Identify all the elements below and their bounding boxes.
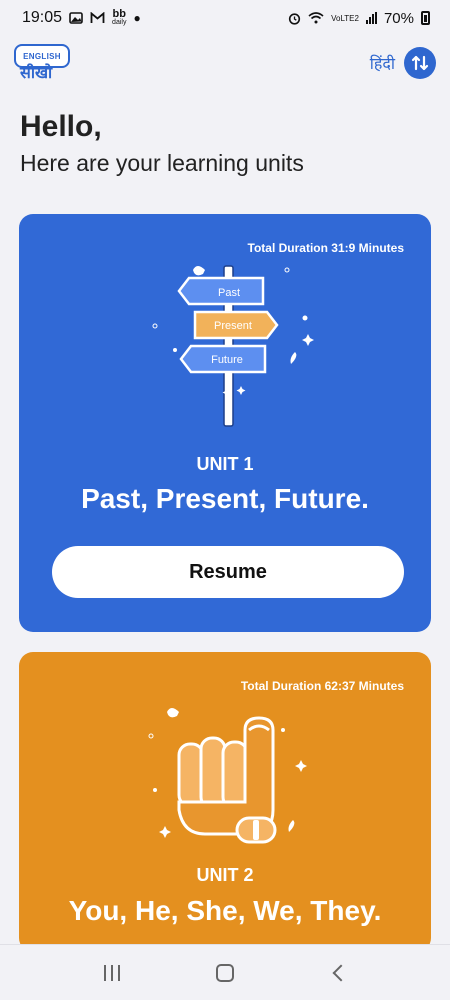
unit-card-1[interactable]: Total Duration 31:9 Minutes Past Present… (19, 214, 431, 632)
language-label[interactable]: हिंदी (370, 52, 395, 74)
news-app-icon: bb daily (112, 8, 127, 26)
network-type-label: VoLTE2 (331, 13, 359, 23)
status-time: 19:05 (22, 9, 63, 26)
battery-icon (421, 11, 430, 25)
alarm-icon (288, 12, 301, 25)
signal-icon (365, 12, 377, 24)
back-button[interactable] (318, 953, 358, 993)
logo-hindi-text: सीखो (20, 65, 53, 82)
signpost-illustration: Past Present Future (152, 265, 314, 427)
status-bar: 19:05 bb daily ● VoLTE2 70% (0, 0, 450, 36)
recent-apps-icon (103, 964, 120, 981)
sign-past: Past (218, 287, 240, 299)
recent-apps-button[interactable] (92, 953, 132, 993)
status-right: VoLTE2 70% (288, 10, 430, 27)
wifi-icon (308, 12, 324, 24)
unit-2-title: You, He, She, We, They. (68, 895, 382, 926)
home-icon (215, 963, 234, 982)
unit-card-2[interactable]: Total Duration 62:37 Minutes UNIT 2 You,… (19, 652, 431, 952)
home-button[interactable] (205, 953, 245, 993)
status-left: 19:05 bb daily ● (22, 9, 141, 27)
app-bar: ENGLISH सीखो हिंदी (0, 38, 450, 86)
resume-button[interactable]: Resume (52, 546, 404, 598)
gmail-icon (90, 12, 105, 23)
sign-present: Present (214, 320, 252, 332)
pointing-hand-illustration (148, 708, 307, 844)
app-logo: ENGLISH सीखो (14, 44, 70, 82)
greeting-subtitle: Here are your learning units (20, 150, 304, 176)
swap-arrows-icon (411, 55, 429, 71)
more-notifications-dot: ● (133, 11, 141, 25)
greeting-title: Hello, (20, 110, 102, 143)
unit-1-title: Past, Present, Future. (81, 483, 369, 514)
unit-2-label: UNIT 2 (196, 865, 254, 885)
switch-language-button[interactable] (404, 47, 436, 79)
sign-future: Future (211, 354, 243, 366)
unit-1-duration: Total Duration 31:9 Minutes (247, 241, 404, 255)
unit-2-duration: Total Duration 62:37 Minutes (240, 679, 404, 693)
unit-1-label: UNIT 1 (196, 454, 254, 474)
back-icon (332, 964, 350, 981)
battery-percent: 70% (383, 9, 414, 27)
news-app-label: daily (112, 18, 127, 26)
system-nav-bar (0, 944, 450, 1000)
gallery-icon (69, 12, 83, 24)
